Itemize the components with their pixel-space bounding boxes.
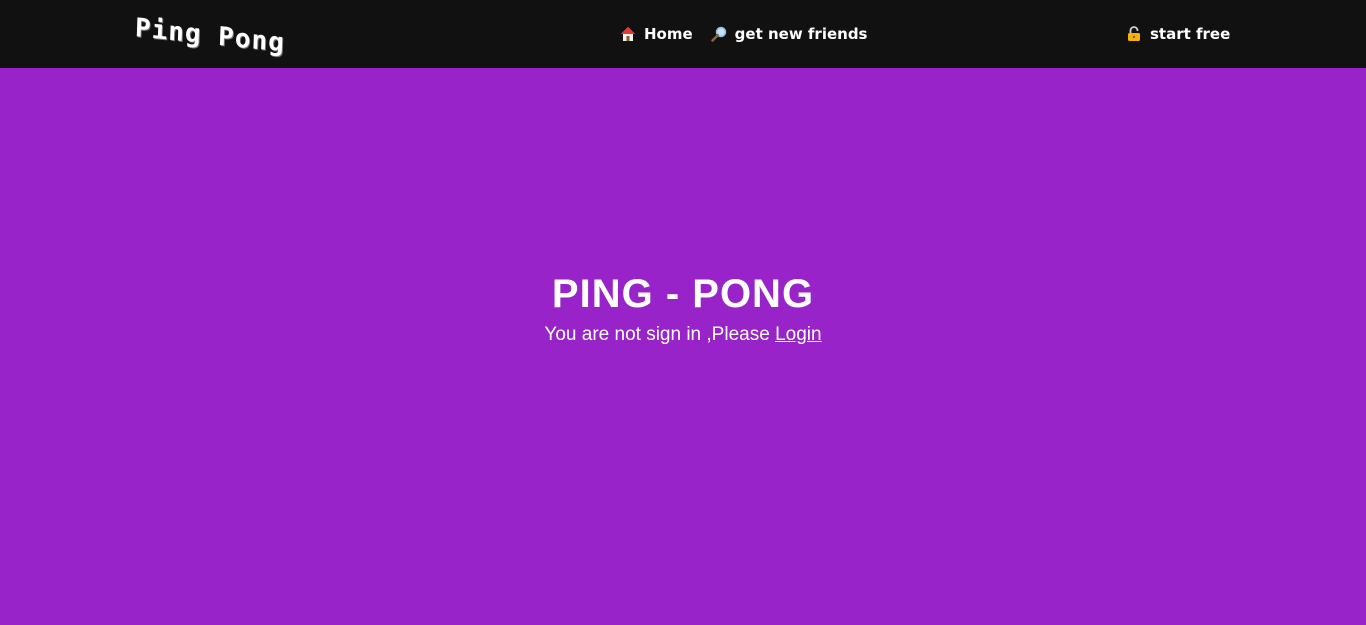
magnifier-icon [710, 26, 727, 42]
start-free-link[interactable]: start free [1126, 24, 1230, 44]
start-free-label: start free [1150, 25, 1231, 43]
page-title: PING - PONG [551, 272, 815, 316]
sign-in-message: You are not sign in ,Please Login [0, 322, 1366, 348]
nav-links: Home get new friends [620, 24, 868, 44]
house-icon [620, 26, 636, 42]
brand-logo[interactable]: Ping Pong [134, 13, 285, 59]
hero-section: PING - PONG You are not sign in ,Please … [0, 270, 1366, 348]
nav-cta: start free [1126, 24, 1230, 44]
sign-in-message-text: You are not sign in ,Please [544, 324, 776, 345]
nav-home-label: Home [644, 25, 693, 43]
nav-get-new-friends-link[interactable]: get new friends [710, 24, 868, 44]
nav-get-new-friends-label: get new friends [734, 25, 868, 43]
nav-home-link[interactable]: Home [620, 24, 693, 44]
lock-icon [1126, 26, 1142, 42]
top-navbar: Ping Pong Home get new friends start fre… [0, 0, 1366, 68]
login-link[interactable]: Login [775, 324, 822, 345]
